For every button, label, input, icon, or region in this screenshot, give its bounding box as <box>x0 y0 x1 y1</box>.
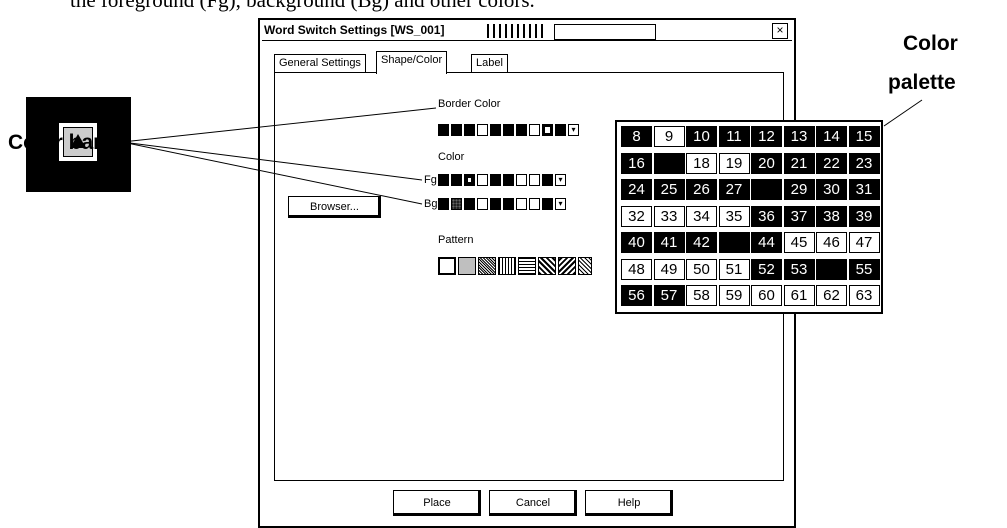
callout-lines <box>121 99 923 205</box>
tab-shape-color[interactable]: Shape/Color <box>376 51 448 74</box>
